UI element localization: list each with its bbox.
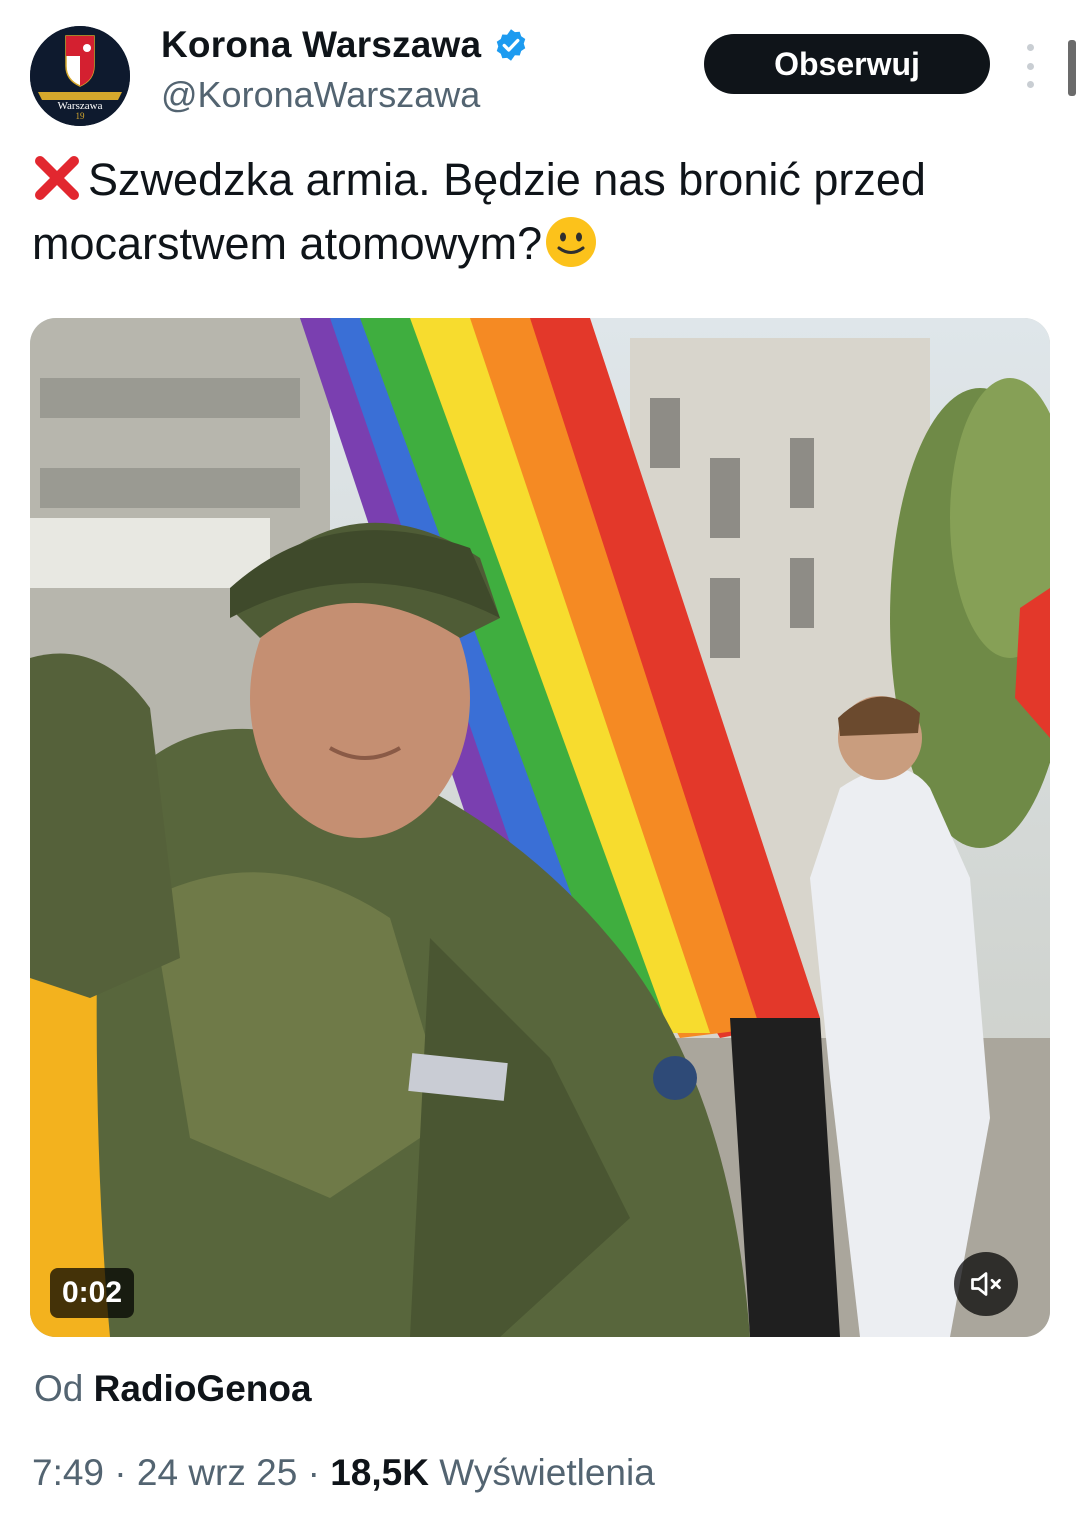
tweet-date[interactable]: 24 wrz 25 <box>137 1452 297 1493</box>
tweet-text: Szwedzka armia. Będzie nas bronić przed … <box>32 148 1042 276</box>
mute-button[interactable] <box>954 1252 1018 1316</box>
avatar[interactable]: Warszawa 19 <box>30 26 130 126</box>
follow-button[interactable]: Obserwuj <box>704 34 990 94</box>
video-frame <box>30 318 1050 1337</box>
meta-separator: · <box>297 1452 331 1493</box>
name-row: Korona Warszawa <box>161 24 529 66</box>
source-prefix: Od <box>34 1368 84 1409</box>
display-name[interactable]: Korona Warszawa <box>161 24 481 66</box>
scrollbar[interactable] <box>1068 40 1076 96</box>
speaker-muted-icon <box>971 1272 1001 1296</box>
more-options-icon[interactable] <box>1015 44 1045 88</box>
verified-badge-icon <box>497 29 526 61</box>
tweet-text-line2: mocarstwem atomowym? <box>32 218 543 269</box>
tweet-header: Warszawa 19 Korona Warszawa @KoronaWarsz… <box>0 0 1080 130</box>
cross-mark-icon <box>35 156 79 200</box>
video-duration: 0:02 <box>50 1268 135 1318</box>
tweet-text-line1: Szwedzka armia. Będzie nas bronić przed <box>88 154 926 205</box>
views-label: Wyświetlenia <box>428 1452 655 1493</box>
views-count: 18,5K <box>330 1452 429 1493</box>
svg-text:19: 19 <box>76 111 86 121</box>
meta-separator: · <box>104 1452 137 1493</box>
handle[interactable]: @KoronaWarszawa <box>161 74 480 116</box>
tweet-meta: 7:49 · 24 wrz 25 · 18,5K Wyświetlenia <box>32 1452 655 1494</box>
source-attribution: Od RadioGenoa <box>34 1368 312 1410</box>
source-name[interactable]: RadioGenoa <box>94 1368 312 1409</box>
video-player[interactable]: 0:02 <box>30 318 1050 1337</box>
tweet-time[interactable]: 7:49 <box>32 1452 104 1493</box>
slightly-smiling-face-icon <box>546 217 597 267</box>
